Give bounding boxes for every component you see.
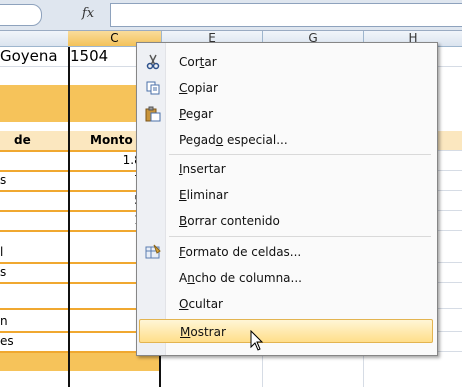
menu-item-copiar[interactable]: Copiar (139, 76, 433, 100)
format-cells-icon (145, 244, 161, 259)
menu-item-pegar[interactable]: Pegar (139, 102, 433, 126)
cell[interactable] (0, 211, 68, 230)
menu-item-pegado-especial[interactable]: Pegado especial... (139, 128, 433, 152)
header-cell[interactable]: de (0, 131, 68, 150)
cell[interactable]: s (0, 171, 68, 190)
cell[interactable]: es (0, 332, 68, 351)
menu-item-mostrar[interactable]: Mostrar (139, 319, 433, 343)
cell[interactable] (0, 151, 68, 170)
formula-input[interactable] (110, 3, 462, 27)
menu-item-cortar[interactable]: Cortar (139, 50, 433, 74)
formula-bar: fx (0, 0, 462, 31)
cell[interactable]: s (0, 263, 68, 282)
context-menu: Cortar Copiar Pegar Pegado especial... I… (136, 42, 438, 356)
cell[interactable]: l (0, 243, 68, 262)
column-header-b[interactable] (0, 31, 69, 47)
header-band (0, 85, 68, 122)
menu-separator (169, 236, 431, 237)
menu-item-ocultar[interactable]: Ocultar (139, 292, 433, 316)
menu-item-formato-de-celdas[interactable]: Formato de celdas... (139, 240, 433, 264)
fx-icon[interactable]: fx (68, 4, 108, 24)
menu-separator (169, 154, 431, 155)
cell[interactable]: n (0, 312, 68, 331)
scissors-icon (146, 54, 160, 70)
cell[interactable] (0, 191, 68, 210)
menu-item-ancho-de-columna[interactable]: Ancho de columna... (139, 266, 433, 290)
cell[interactable]: Goyena (0, 47, 68, 66)
menu-item-insertar[interactable]: Insertar (139, 157, 433, 181)
menu-item-eliminar[interactable]: Eliminar (139, 183, 433, 207)
menu-item-borrar-contenido[interactable]: Borrar contenido (139, 209, 433, 233)
name-box[interactable] (0, 4, 42, 26)
copy-icon (146, 81, 160, 95)
paste-icon (145, 106, 161, 122)
cell[interactable] (0, 289, 68, 308)
mouse-pointer-icon (250, 330, 264, 351)
